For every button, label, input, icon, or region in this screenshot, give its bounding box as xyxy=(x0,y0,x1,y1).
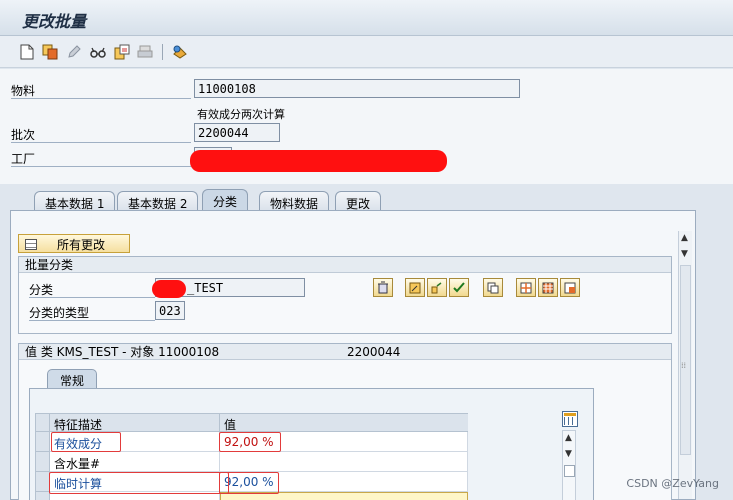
title-bar: 更改批量 xyxy=(0,0,733,36)
application-toolbar xyxy=(0,36,733,68)
class-label: 分类 xyxy=(29,283,54,297)
grip-icon: ⁞⁞ xyxy=(681,361,687,370)
grid-table-icon[interactable] xyxy=(538,278,558,297)
material-label: 物料 xyxy=(11,84,36,98)
table-row-value[interactable] xyxy=(220,452,468,472)
column-header-value[interactable]: 值 xyxy=(220,414,468,432)
label-underline xyxy=(11,98,191,99)
display-glasses-icon[interactable] xyxy=(90,44,106,60)
scroll-down-icon[interactable]: ▼ xyxy=(681,249,688,259)
new-document-icon[interactable] xyxy=(19,44,35,60)
check-icon[interactable] xyxy=(449,278,469,297)
values-group-title-text: 值 类 KMS_TEST - 对象 11000108 xyxy=(25,345,220,359)
class-type-field[interactable]: 023 xyxy=(155,301,185,320)
scroll-up-icon[interactable]: ▲ xyxy=(681,233,688,243)
label-underline xyxy=(29,297,155,298)
edit-value-icon[interactable] xyxy=(405,278,425,297)
class-value: _TEST xyxy=(187,281,224,295)
scroll-thumb[interactable] xyxy=(680,265,691,455)
classification-panel: 所有更改 批量分类 分类 _TEST 分类的类型 023 ▲ ▼ ⁞⁞ 值 类 … xyxy=(10,210,696,500)
row-selector[interactable] xyxy=(36,452,50,472)
classification-icon[interactable] xyxy=(172,44,188,60)
copy-icon[interactable] xyxy=(42,44,58,60)
batch-class-group-title: 批量分类 xyxy=(19,257,671,273)
tab-changes[interactable]: 更改 xyxy=(335,191,382,212)
header-area: 物料 11000108 有效成分两次计算 批次 2200044 工厂 xyxy=(0,69,733,184)
table-icon xyxy=(25,239,37,250)
delete-trash-icon[interactable] xyxy=(373,278,393,297)
assign-value-icon[interactable] xyxy=(427,278,447,297)
column-settings-icon[interactable] xyxy=(562,411,578,427)
redaction-mark xyxy=(152,280,186,298)
label-underline xyxy=(29,320,155,321)
scroll-thumb[interactable] xyxy=(564,465,575,477)
row-selector[interactable] xyxy=(36,432,50,452)
copy-from-icon[interactable] xyxy=(114,44,130,60)
highlight-box xyxy=(51,432,121,452)
scroll-up-icon[interactable]: ▲ xyxy=(565,433,572,443)
material-field[interactable]: 11000108 xyxy=(194,79,520,98)
window-title: 更改批量 xyxy=(22,12,87,31)
plant-label: 工厂 xyxy=(11,152,36,166)
table-scrollbar[interactable]: ▲ ▼ xyxy=(562,430,576,500)
tab-strip: 基本数据 1 基本数据 2 分类 物料数据 更改 xyxy=(0,185,733,212)
highlight-box xyxy=(219,432,281,452)
tab-general[interactable]: 常规 xyxy=(47,369,98,389)
label-underline xyxy=(11,166,191,167)
values-group: 值 类 KMS_TEST - 对象 11000108 2200044 常规 特征… xyxy=(18,343,672,500)
batch-label: 批次 xyxy=(11,128,36,142)
row-selector[interactable] xyxy=(36,492,50,500)
tab-basic-data-2[interactable]: 基本数据 2 xyxy=(117,191,199,212)
watermark: CSDN @ZevYang xyxy=(626,477,719,490)
toolbar-separator xyxy=(162,44,163,60)
edit-pencil-icon[interactable] xyxy=(66,44,82,60)
values-group-title: 值 类 KMS_TEST - 对象 11000108 2200044 xyxy=(19,344,671,360)
tab-basic-data-1[interactable]: 基本数据 1 xyxy=(34,191,116,212)
table-row-characteristic[interactable]: 含水量# xyxy=(50,452,220,472)
copy-values-icon[interactable] xyxy=(483,278,503,297)
column-header-characteristic[interactable]: 特征描述 xyxy=(50,414,220,432)
tab-material-data[interactable]: 物料数据 xyxy=(259,191,330,212)
class-type-label: 分类的类型 xyxy=(29,306,90,320)
batch-class-group: 批量分类 分类 _TEST 分类的类型 023 xyxy=(18,256,672,334)
grid-add-icon[interactable] xyxy=(516,278,536,297)
redaction-mark xyxy=(190,150,447,172)
panel-scrollbar[interactable]: ▲ ▼ ⁞⁞ xyxy=(678,231,692,499)
grid-select-icon[interactable] xyxy=(560,278,580,297)
print-icon[interactable] xyxy=(137,44,153,60)
all-changes-label: 所有更改 xyxy=(57,238,106,252)
values-group-batch: 2200044 xyxy=(347,345,401,359)
row-selector[interactable] xyxy=(36,472,50,492)
all-changes-button[interactable]: 所有更改 xyxy=(18,234,130,253)
batch-field[interactable]: 2200044 xyxy=(194,123,280,142)
select-all-cell[interactable] xyxy=(36,414,50,432)
label-underline xyxy=(11,142,191,143)
highlight-box xyxy=(49,472,229,494)
tab-classification[interactable]: 分类 xyxy=(202,189,249,212)
scroll-down-icon[interactable]: ▼ xyxy=(565,449,572,459)
material-description: 有效成分两次计算 xyxy=(197,108,285,121)
highlight-box xyxy=(219,472,279,494)
